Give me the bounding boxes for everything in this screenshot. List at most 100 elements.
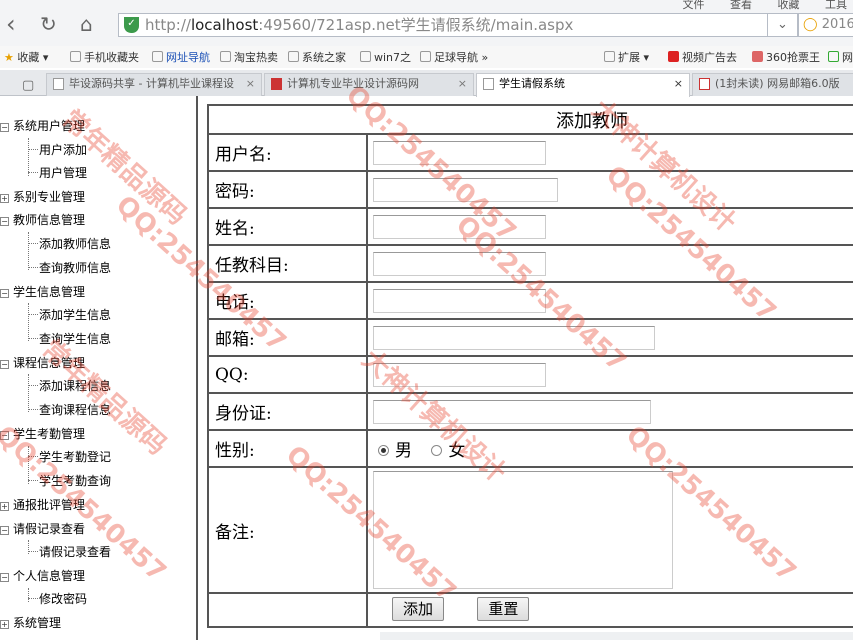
remark-textarea[interactable] <box>373 471 673 589</box>
tree-group-courses[interactable]: − 课程信息管理 <box>0 354 85 372</box>
collapse-icon[interactable]: − <box>0 573 9 582</box>
idcard-label: 身份证: <box>207 392 368 431</box>
tree-item-manage-user[interactable]: 用户管理 <box>28 164 87 182</box>
remark-label: 备注: <box>207 466 368 594</box>
tree-item-query-student[interactable]: 查询学生信息 <box>28 330 111 348</box>
collapse-icon[interactable]: − <box>0 123 9 132</box>
tree-item-add-user[interactable]: 用户添加 <box>28 141 87 159</box>
tree-item-add-student[interactable]: 添加学生信息 <box>28 306 111 324</box>
collapse-icon[interactable]: − <box>0 217 9 226</box>
menu-view[interactable]: 查看 <box>730 0 752 11</box>
gender-male-radio[interactable] <box>378 445 389 456</box>
collapse-icon[interactable]: − <box>0 360 9 369</box>
tree-item-add-course[interactable]: 添加课程信息 <box>28 377 111 395</box>
search-text: 2016全 <box>821 17 853 32</box>
fav-football[interactable]: 足球导航 » <box>420 49 488 65</box>
tree-item-query-course[interactable]: 查询课程信息 <box>28 401 111 419</box>
gender-female-radio[interactable] <box>431 445 443 456</box>
expand-icon[interactable]: + <box>0 620 9 629</box>
subject-input[interactable] <box>373 251 546 276</box>
fav-360[interactable]: 360抢票王 <box>752 49 820 65</box>
mail-icon <box>699 78 710 90</box>
tree-item-attendance-register[interactable]: 学生考勤登记 <box>28 448 111 466</box>
collapse-icon[interactable]: − <box>0 431 9 440</box>
phone-input[interactable] <box>373 288 546 313</box>
fav-more[interactable]: 网 <box>828 49 853 65</box>
tree-item-leave-records[interactable]: 请假记录查看 <box>28 543 111 561</box>
fav-win7[interactable]: win7之 <box>360 49 411 65</box>
page-icon <box>360 51 371 62</box>
tree-item-attendance-query[interactable]: 学生考勤查询 <box>28 472 111 490</box>
tree-item-add-teacher[interactable]: 添加教师信息 <box>28 235 111 253</box>
username-input[interactable] <box>373 140 546 165</box>
add-button[interactable]: 添加 <box>392 597 445 621</box>
tree-group-profile[interactable]: − 个人信息管理 <box>0 567 85 585</box>
collapse-icon[interactable]: − <box>0 526 9 535</box>
star-icon: ★ <box>4 51 14 64</box>
tree-group-system[interactable]: + 系统管理 <box>0 614 61 632</box>
page-icon <box>53 78 64 90</box>
expand-icon[interactable]: + <box>0 194 9 203</box>
page-icon <box>420 51 431 62</box>
url-host: localhost <box>190 16 259 34</box>
username-label: 用户名: <box>207 133 368 172</box>
security-shield-icon: ✓ <box>124 17 139 33</box>
menu-favorites[interactable]: 收藏 <box>778 0 800 11</box>
tree-item-change-password[interactable]: 修改密码 <box>28 590 87 608</box>
tab-yuanma[interactable]: 计算机专业毕业设计源码网 × <box>264 73 474 96</box>
page-icon <box>828 51 839 62</box>
url-path: :49560/721asp.net学生请假系统/main.aspx <box>258 16 574 34</box>
close-icon[interactable]: × <box>458 74 467 94</box>
close-icon[interactable]: × <box>246 74 255 94</box>
menu-tools[interactable]: 工具 <box>825 0 847 11</box>
gender-label: 性别: <box>207 429 368 468</box>
expand-icon[interactable]: + <box>0 502 9 511</box>
address-bar[interactable]: ✓ http://localhost:49560/721asp.net学生请假系… <box>118 13 768 37</box>
address-dropdown-icon[interactable]: ⌄ <box>768 13 798 37</box>
collapse-icon[interactable]: − <box>0 289 9 298</box>
phone-icon <box>70 51 81 62</box>
sidebar-tree: − 系统用户管理 用户添加 用户管理 + 系别专业管理 − 教师信息管理 添加教师信息… <box>0 96 198 640</box>
qq-input[interactable] <box>373 362 546 387</box>
phone-label: 电话: <box>207 281 368 320</box>
email-label: 邮箱: <box>207 318 368 357</box>
favorites-bar: ★ 收藏 ▾ 手机收藏夹 网址导航 淘宝热卖 系统之家 win7之 足球导航 »… <box>0 46 853 68</box>
browser-toolbar: 文件 查看 收藏 工具 ‹ ↻ ⌂ ✓ http://localhost:495… <box>0 0 853 48</box>
search-icon: ◯ <box>803 17 818 32</box>
reset-button[interactable]: 重置 <box>477 597 530 621</box>
tree-item-query-teacher[interactable]: 查询教师信息 <box>28 259 111 277</box>
tree-group-teachers[interactable]: − 教师信息管理 <box>0 211 85 229</box>
password-input[interactable] <box>373 177 558 202</box>
fav-nav[interactable]: 网址导航 <box>152 49 210 65</box>
tab-student-leave[interactable]: 学生请假系统 × <box>476 73 690 97</box>
tree-group-users[interactable]: − 系统用户管理 <box>0 117 85 135</box>
tree-group-leave[interactable]: − 请假记录查看 <box>0 520 85 538</box>
name-label: 姓名: <box>207 207 368 246</box>
email-input[interactable] <box>373 325 655 350</box>
name-input[interactable] <box>373 214 546 239</box>
fav-xitong[interactable]: 系统之家 <box>288 49 346 65</box>
tree-group-attendance[interactable]: − 学生考勤管理 <box>0 425 85 443</box>
password-label: 密码: <box>207 170 368 209</box>
home-icon[interactable]: ⌂ <box>80 12 93 36</box>
fav-mobile[interactable]: 手机收藏夹 <box>70 49 139 65</box>
browser-menu: 文件 查看 收藏 工具 <box>661 0 848 12</box>
tree-group-students[interactable]: − 学生信息管理 <box>0 283 85 301</box>
fav-extend[interactable]: 扩展 ▾ <box>604 49 649 65</box>
fav-taobao[interactable]: 淘宝热卖 <box>220 49 278 65</box>
fav-collect[interactable]: ★ 收藏 ▾ <box>4 49 48 65</box>
back-icon[interactable]: ‹ <box>6 12 16 36</box>
menu-file[interactable]: 文件 <box>683 0 705 11</box>
url-prefix: http:// <box>145 16 191 34</box>
idcard-input[interactable] <box>373 399 651 424</box>
tree-group-departments[interactable]: + 系别专业管理 <box>0 188 85 206</box>
refresh-icon[interactable]: ↻ <box>40 12 57 36</box>
button-row-spacer <box>207 592 368 628</box>
close-icon[interactable]: × <box>674 74 683 94</box>
search-box[interactable]: ◯ 2016全 <box>798 13 853 37</box>
tab-mail[interactable]: (1封未读) 网易邮箱6.0版 <box>692 73 853 96</box>
tab-list-icon[interactable]: ▢ <box>22 74 34 98</box>
tree-group-notices[interactable]: + 通报批评管理 <box>0 496 85 514</box>
fav-video[interactable]: 视频广告去 <box>668 49 737 65</box>
tab-bishe[interactable]: 毕设源码共享 - 计算机毕业课程设 × <box>46 73 262 96</box>
